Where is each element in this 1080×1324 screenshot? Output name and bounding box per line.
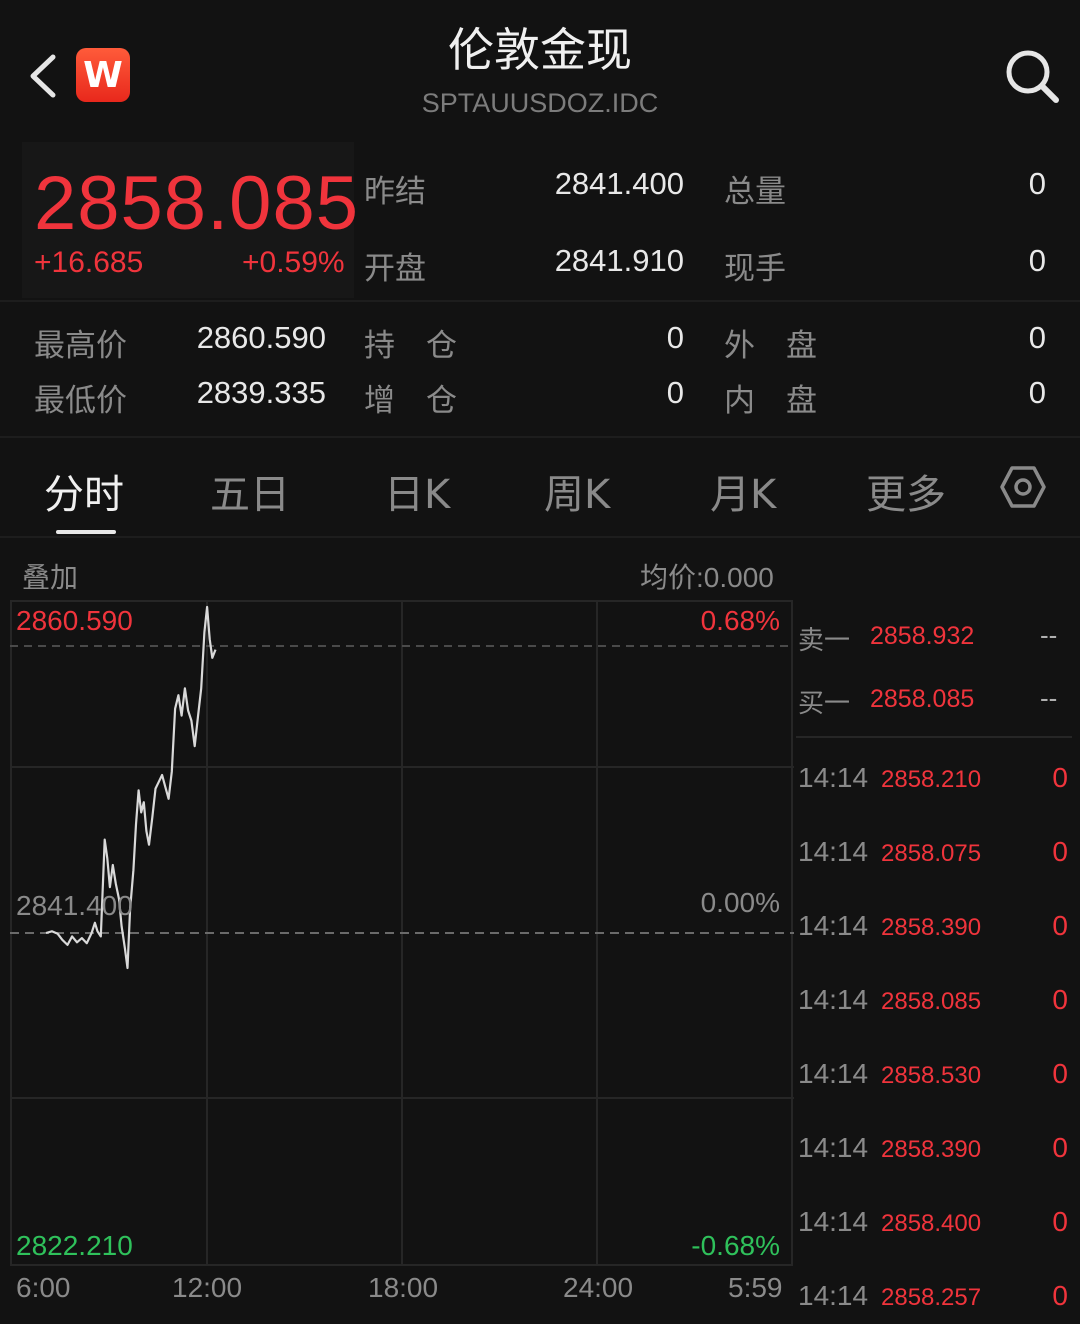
total-volume-label: 总量 bbox=[724, 174, 786, 210]
inner-volume-label: 内 盘 bbox=[724, 383, 817, 419]
oi-change-label: 增 仓 bbox=[364, 383, 457, 419]
average-price-readout: 均价:0.000 bbox=[640, 562, 774, 593]
trade-price: 2858.400 bbox=[881, 1210, 982, 1237]
overlay-button[interactable]: 叠加 bbox=[22, 556, 78, 596]
ask-1-price: 2858.932 bbox=[870, 622, 975, 650]
high-label: 最高价 bbox=[34, 328, 127, 364]
tab-intraday[interactable]: 分时 bbox=[44, 462, 124, 520]
y-label-top: 2860.590 bbox=[16, 605, 133, 636]
trade-volume: 0 bbox=[1052, 1206, 1068, 1237]
open-value: 2841.910 bbox=[554, 243, 684, 278]
low-label: 最低价 bbox=[34, 383, 127, 419]
x-label: 5:59 bbox=[728, 1272, 783, 1303]
high-value: 2860.590 bbox=[196, 320, 326, 355]
pct-label-bottom: -0.68% bbox=[691, 1230, 780, 1261]
ask-1-volume: -- bbox=[1040, 620, 1058, 650]
divider bbox=[0, 300, 1080, 302]
trade-time: 14:14 bbox=[798, 1280, 869, 1311]
trade-price: 2858.210 bbox=[881, 766, 982, 793]
tab-more[interactable]: 更多 bbox=[866, 462, 946, 520]
trade-volume: 0 bbox=[1052, 1058, 1068, 1089]
bid-1-volume: -- bbox=[1040, 683, 1058, 713]
trade-time: 14:14 bbox=[798, 836, 869, 867]
trade-price: 2858.530 bbox=[881, 1062, 982, 1089]
trade-volume: 0 bbox=[1052, 1132, 1068, 1163]
tab-daily-k[interactable]: 日K bbox=[384, 462, 450, 520]
trade-price: 2858.390 bbox=[881, 1136, 982, 1163]
pct-label-top: 0.68% bbox=[701, 605, 780, 636]
active-tab-indicator bbox=[56, 530, 116, 534]
y-label-mid: 2841.400 bbox=[16, 890, 133, 921]
price-change-percent: +0.59% bbox=[242, 246, 345, 279]
current-lot-label: 现手 bbox=[724, 251, 786, 287]
trade-time: 14:14 bbox=[798, 1206, 869, 1237]
x-label: 6:00 bbox=[16, 1272, 71, 1303]
tab-five-day[interactable]: 五日 bbox=[210, 462, 290, 520]
divider bbox=[796, 736, 1072, 738]
y-label-bottom: 2822.210 bbox=[16, 1230, 133, 1261]
hexagon-settings-icon bbox=[1000, 466, 1046, 508]
current-lot-value: 0 bbox=[1028, 243, 1046, 278]
divider bbox=[0, 436, 1080, 438]
x-label: 18:00 bbox=[368, 1272, 439, 1303]
app-header: W 伦敦金现 SPTAUUSDOZ.IDC bbox=[0, 0, 1080, 140]
prev-settle-label: 昨结 bbox=[364, 174, 426, 210]
tab-weekly-k[interactable]: 周K bbox=[544, 462, 610, 520]
x-label: 24:00 bbox=[563, 1272, 634, 1303]
chart-settings-button[interactable] bbox=[1000, 462, 1046, 512]
open-interest-value: 0 bbox=[666, 320, 684, 355]
bid-1-price: 2858.085 bbox=[870, 685, 975, 713]
bid-1-label: 买一 bbox=[798, 689, 851, 719]
open-label: 开盘 bbox=[364, 251, 426, 287]
trade-volume: 0 bbox=[1052, 762, 1068, 793]
tab-monthly-k[interactable]: 月K bbox=[710, 462, 776, 520]
low-value: 2839.335 bbox=[196, 375, 326, 410]
trade-price: 2858.085 bbox=[881, 988, 982, 1015]
search-icon bbox=[1006, 50, 1059, 103]
divider bbox=[0, 536, 1080, 538]
oi-change-value: 0 bbox=[666, 375, 684, 410]
ask-1-label: 卖一 bbox=[798, 626, 851, 656]
trade-time: 14:14 bbox=[798, 1058, 869, 1089]
trade-volume: 0 bbox=[1052, 984, 1068, 1015]
trade-time: 14:14 bbox=[798, 762, 869, 793]
trade-time: 14:14 bbox=[798, 910, 869, 941]
pct-label-mid: 0.00% bbox=[701, 887, 780, 918]
outer-volume-label: 外 盘 bbox=[724, 328, 817, 364]
trade-price: 2858.075 bbox=[881, 840, 982, 867]
trade-time: 14:14 bbox=[798, 984, 869, 1015]
open-interest-label: 持 仓 bbox=[364, 328, 457, 364]
trade-volume: 0 bbox=[1052, 836, 1068, 867]
price-change: +16.685 bbox=[34, 246, 144, 279]
total-volume-value: 0 bbox=[1028, 166, 1046, 201]
trade-time: 14:14 bbox=[798, 1132, 869, 1163]
x-label: 12:00 bbox=[172, 1272, 243, 1303]
search-button[interactable] bbox=[1000, 44, 1064, 108]
last-price: 2858.085 bbox=[34, 161, 359, 246]
instrument-code: SPTAUUSDOZ.IDC bbox=[421, 88, 659, 118]
inner-volume-value: 0 bbox=[1028, 375, 1046, 410]
page-title: 伦敦金现 bbox=[448, 23, 632, 77]
trade-volume: 0 bbox=[1052, 910, 1068, 941]
outer-volume-value: 0 bbox=[1028, 320, 1046, 355]
intraday-chart[interactable]: 2860.590 2841.400 2822.210 0.68% 0.00% -… bbox=[10, 600, 794, 1266]
trade-volume: 0 bbox=[1052, 1280, 1068, 1311]
prev-settle-value: 2841.400 bbox=[554, 166, 684, 201]
trade-price: 2858.257 bbox=[881, 1284, 982, 1311]
trade-price: 2858.390 bbox=[881, 914, 982, 941]
